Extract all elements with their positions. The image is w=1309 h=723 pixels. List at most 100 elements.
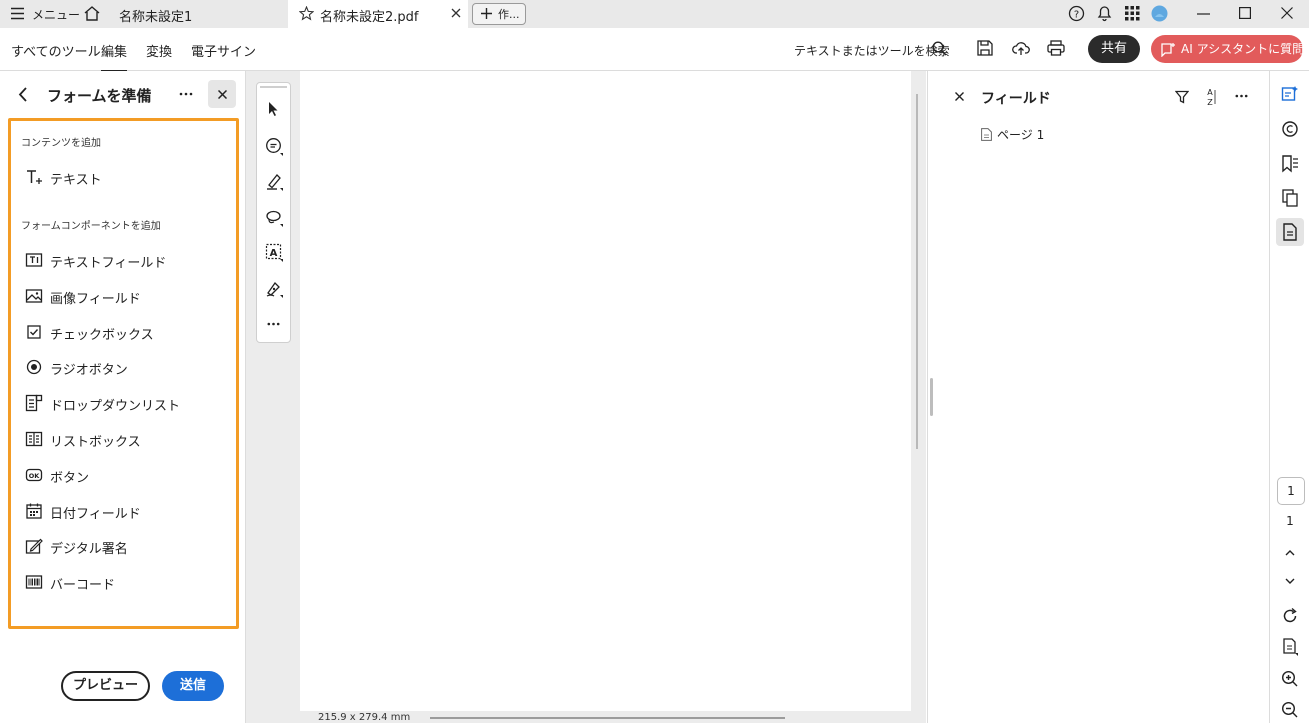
horizontal-scrollbar[interactable] bbox=[430, 717, 785, 719]
filter-icon[interactable] bbox=[1175, 90, 1189, 104]
tool-label: ドロップダウンリスト bbox=[50, 399, 181, 414]
menu-all-tools[interactable]: すべてのツール bbox=[11, 41, 101, 60]
bell-icon[interactable] bbox=[1096, 4, 1113, 22]
current-page-input[interactable]: 1 bbox=[1277, 477, 1305, 505]
page-up-icon[interactable] bbox=[1280, 543, 1300, 563]
tool-image-field[interactable]: 画像フィールド bbox=[25, 284, 225, 308]
page-document-icon bbox=[981, 128, 992, 141]
tool-list-box[interactable]: リストボックス bbox=[25, 427, 225, 451]
send-button[interactable]: 送信 bbox=[162, 671, 224, 701]
minimize-icon[interactable] bbox=[1197, 13, 1210, 15]
menu-edit[interactable]: 編集 bbox=[101, 41, 128, 72]
bookmarks-icon[interactable] bbox=[1280, 154, 1300, 174]
print-icon[interactable] bbox=[1047, 40, 1065, 56]
svg-text:A: A bbox=[270, 248, 278, 259]
tool-add-text[interactable]: テキスト bbox=[25, 165, 225, 189]
tool-label: リストボックス bbox=[50, 435, 141, 450]
ai-edit-icon[interactable] bbox=[1280, 84, 1300, 104]
highlighter-icon[interactable] bbox=[265, 172, 285, 192]
tool-barcode[interactable]: バーコード bbox=[25, 570, 225, 594]
more-options-icon[interactable] bbox=[179, 92, 193, 96]
tool-dropdown-list[interactable]: ドロップダウンリスト bbox=[25, 391, 225, 415]
fields-panel: フィールド AZ ページ 1 bbox=[927, 71, 1270, 723]
menu-convert[interactable]: 変換 bbox=[146, 41, 172, 60]
image-field-icon bbox=[25, 287, 43, 305]
share-button[interactable]: 共有 bbox=[1088, 35, 1140, 63]
preview-button[interactable]: プレビュー bbox=[61, 671, 150, 701]
tool-label: 日付フィールド bbox=[50, 507, 141, 522]
right-rail: 1 1 bbox=[1269, 71, 1309, 723]
toolbar-grip[interactable] bbox=[260, 86, 287, 88]
tool-label: デジタル署名 bbox=[50, 542, 128, 557]
tool-label: 画像フィールド bbox=[50, 292, 141, 307]
sort-az-icon[interactable]: AZ bbox=[1204, 87, 1216, 107]
close-fields-icon[interactable] bbox=[955, 92, 964, 101]
back-arrow-icon[interactable] bbox=[18, 87, 28, 102]
upload-cloud-icon[interactable] bbox=[1012, 40, 1030, 56]
save-icon[interactable] bbox=[977, 40, 993, 56]
svg-text:OK: OK bbox=[29, 472, 41, 480]
text-box-icon[interactable]: A bbox=[265, 243, 285, 263]
zoom-out-icon[interactable] bbox=[1280, 700, 1300, 720]
help-icon[interactable]: ? bbox=[1068, 5, 1085, 22]
pdf-page[interactable] bbox=[300, 71, 911, 711]
main-toolbar: すべてのツール 編集 変換 電子サイン テキストまたはツールを検索 共有 AI … bbox=[0, 28, 1309, 72]
page-1-item[interactable]: ページ 1 bbox=[997, 126, 1044, 143]
search-tools-label[interactable]: テキストまたはツールを検索 bbox=[794, 42, 950, 59]
svg-text:?: ? bbox=[1074, 10, 1079, 21]
more-tools-icon[interactable] bbox=[267, 322, 280, 326]
pages-icon[interactable] bbox=[1280, 188, 1300, 208]
total-pages: 1 bbox=[1286, 514, 1294, 528]
vertical-tools-bar: A bbox=[256, 82, 291, 343]
home-icon[interactable] bbox=[83, 5, 101, 22]
menu-label[interactable]: メニュー bbox=[32, 6, 80, 23]
hamburger-menu-icon[interactable] bbox=[11, 7, 25, 20]
fields-more-icon[interactable] bbox=[1235, 94, 1248, 98]
search-icon[interactable] bbox=[932, 41, 947, 56]
fields-title: フィールド bbox=[981, 91, 1051, 107]
title-bar: メニュー 名称未設定1 名称未設定2.pdf 作... ? bbox=[0, 0, 1309, 28]
apps-grid-icon[interactable] bbox=[1125, 6, 1140, 21]
star-icon[interactable] bbox=[299, 6, 314, 21]
maximize-icon[interactable] bbox=[1239, 7, 1251, 19]
zoom-in-icon[interactable] bbox=[1280, 669, 1300, 689]
ai-assistant-button[interactable]: AI アシスタントに質問 bbox=[1151, 35, 1304, 63]
window-close-icon[interactable] bbox=[1281, 7, 1293, 19]
sign-pen-icon[interactable] bbox=[265, 279, 285, 299]
new-tab-button[interactable]: 作... bbox=[472, 3, 526, 25]
prepare-form-panel: フォームを準備 コンテンツを追加 テキスト フォームコンポーネントを追加 テキス… bbox=[0, 71, 246, 723]
close-icon bbox=[218, 90, 227, 99]
lasso-draw-icon[interactable] bbox=[265, 208, 285, 228]
tool-button[interactable]: OK ボタン bbox=[25, 463, 225, 487]
form-fields-tab[interactable] bbox=[1276, 218, 1304, 246]
user-avatar[interactable] bbox=[1151, 5, 1168, 22]
tool-label: テキスト bbox=[50, 173, 102, 188]
comments-icon[interactable] bbox=[1280, 119, 1300, 139]
section-add-content: コンテンツを追加 bbox=[21, 138, 101, 149]
text-field-icon bbox=[25, 251, 43, 269]
rotate-icon[interactable] bbox=[1280, 606, 1300, 626]
panel-resize-handle[interactable] bbox=[930, 378, 933, 416]
comment-icon[interactable] bbox=[265, 137, 285, 157]
tool-label: ボタン bbox=[50, 471, 90, 486]
tool-label: バーコード bbox=[50, 578, 116, 593]
tool-text-field[interactable]: テキストフィールド bbox=[25, 248, 225, 272]
tool-digital-signature[interactable]: デジタル署名 bbox=[25, 534, 225, 558]
tool-checkbox[interactable]: チェックボックス bbox=[25, 320, 225, 344]
list-box-icon bbox=[25, 430, 43, 448]
close-panel-button[interactable] bbox=[208, 80, 236, 108]
tool-date-field[interactable]: 日付フィールド bbox=[25, 499, 225, 523]
ok-button-icon: OK bbox=[25, 466, 43, 484]
svg-text:Z: Z bbox=[1207, 98, 1213, 107]
add-text-icon bbox=[25, 168, 43, 186]
vertical-scrollbar[interactable] bbox=[916, 94, 918, 449]
ai-assistant-icon bbox=[1161, 42, 1176, 57]
tab-document-2[interactable]: 名称未設定2.pdf bbox=[288, 0, 468, 28]
tab-document-1[interactable]: 名称未設定1 bbox=[119, 6, 192, 25]
close-tab-icon[interactable] bbox=[451, 8, 461, 18]
page-fit-icon[interactable] bbox=[1280, 637, 1300, 657]
select-pointer-icon[interactable] bbox=[266, 101, 280, 117]
menu-e-sign[interactable]: 電子サイン bbox=[191, 41, 256, 60]
tool-radio-button[interactable]: ラジオボタン bbox=[25, 355, 225, 379]
page-down-icon[interactable] bbox=[1280, 571, 1300, 591]
